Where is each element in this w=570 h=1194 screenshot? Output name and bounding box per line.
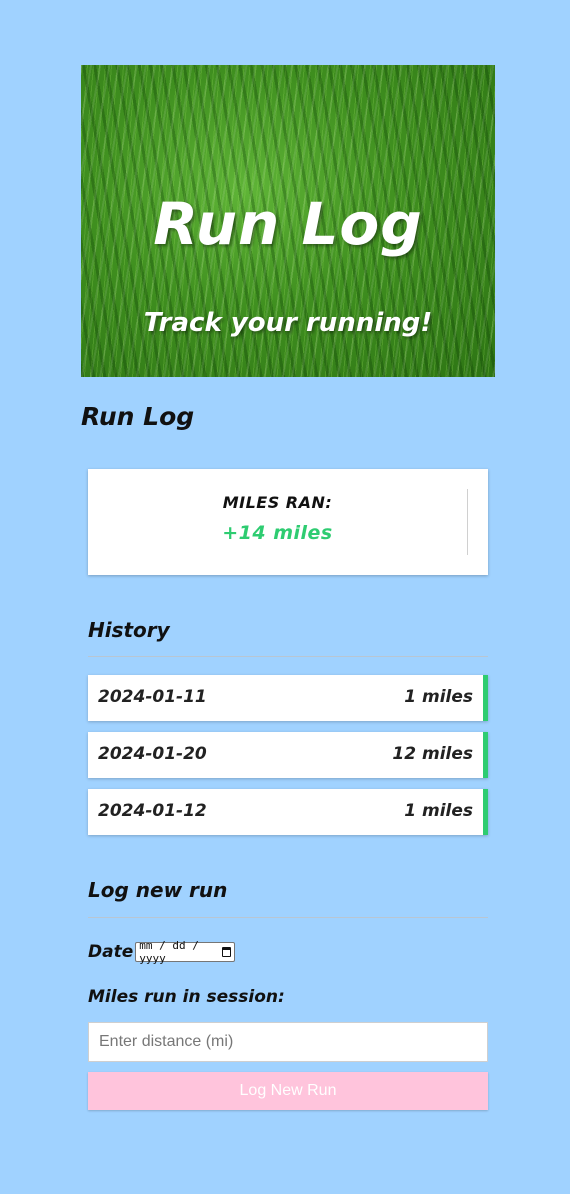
date-label: Date: [88, 942, 134, 962]
miles-summary-card: MILES RAN: +14 miles: [88, 469, 488, 575]
history-item: 2024-01-12 1 miles: [88, 789, 488, 835]
history-title: History: [88, 618, 170, 642]
log-new-run-button[interactable]: Log New Run: [88, 1072, 488, 1110]
page: Run Log Track your running! Run Log MILE…: [0, 0, 570, 1194]
summary-inner: MILES RAN: +14 miles: [88, 489, 468, 555]
history-miles: 1 miles: [404, 801, 473, 821]
history-miles: 12 miles: [392, 744, 473, 764]
history-date: 2024-01-20: [98, 744, 207, 764]
history-date: 2024-01-12: [98, 801, 207, 821]
hero-banner: Run Log Track your running!: [81, 65, 495, 377]
history-miles: 1 miles: [404, 687, 473, 707]
history-date: 2024-01-11: [98, 687, 207, 707]
page-title: Run Log: [81, 402, 195, 431]
date-placeholder: mm / dd / yyyy: [139, 939, 199, 965]
hero-subtitle: Track your running!: [143, 308, 433, 338]
history-divider: [88, 656, 488, 657]
miles-label: Miles run in session:: [88, 987, 285, 1007]
history-item: 2024-01-20 12 miles: [88, 732, 488, 778]
distance-input[interactable]: [88, 1022, 488, 1062]
history-list: 2024-01-11 1 miles 2024-01-20 12 miles 2…: [88, 675, 488, 846]
miles-ran-value: +14 miles: [222, 522, 333, 544]
calendar-icon[interactable]: [222, 947, 232, 957]
date-input[interactable]: mm / dd / yyyy: [135, 939, 236, 965]
miles-ran-label: MILES RAN:: [222, 493, 333, 512]
form-divider: [88, 917, 488, 918]
hero-title: Run Log: [153, 190, 423, 258]
log-new-run-title: Log new run: [88, 878, 228, 902]
history-item: 2024-01-11 1 miles: [88, 675, 488, 721]
date-row: Date mm / dd / yyyy: [88, 939, 236, 965]
